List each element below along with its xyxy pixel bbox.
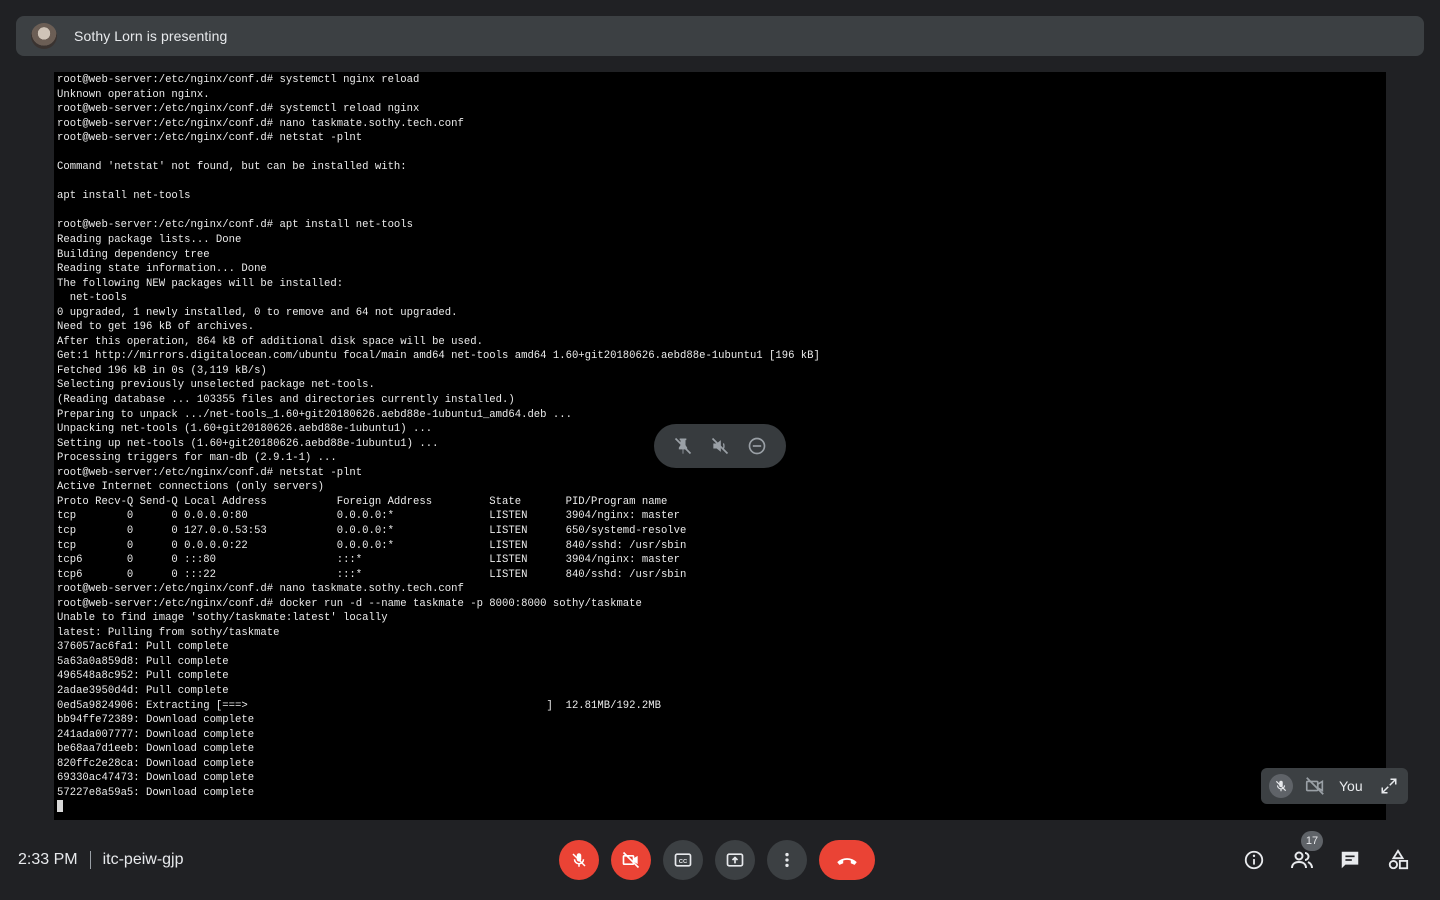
- present-button[interactable]: [715, 840, 755, 880]
- terminal-line: 2adae3950d4d: Pull complete: [57, 684, 229, 697]
- terminal-line: 69330ac47473: Download complete: [57, 772, 255, 785]
- people-button[interactable]: [1290, 848, 1314, 872]
- terminal-line: Preparing to unpack .../net-tools_1.60+g…: [57, 408, 572, 421]
- terminal-line: root@web-server:/etc/nginx/conf.d# apt i…: [57, 219, 414, 232]
- terminal-line: be68aa7d1eeb: Download complete: [57, 743, 255, 756]
- terminal-line: apt install net-tools: [57, 190, 191, 203]
- terminal-line: bb94ffe72389: Download complete: [57, 714, 255, 727]
- unpin-icon[interactable]: [671, 434, 695, 458]
- terminal-line: root@web-server:/etc/nginx/conf.d# docke…: [57, 597, 642, 610]
- videocam-off-icon: [622, 851, 640, 869]
- call-controls: CC: [0, 836, 1440, 884]
- call-end-icon: [837, 858, 857, 865]
- terminal-line: Unpacking net-tools (1.60+git20180626.ae…: [57, 423, 433, 436]
- terminal-line: 0 upgraded, 1 newly installed, 0 to remo…: [57, 306, 458, 319]
- terminal-line: After this operation, 864 kB of addition…: [57, 335, 483, 348]
- terminal-line: Selecting previously unselected package …: [57, 379, 375, 392]
- captions-button[interactable]: CC: [663, 840, 703, 880]
- terminal-line: tcp 0 0 0.0.0.0:80 0.0.0.0:* LISTEN 3904…: [57, 510, 681, 523]
- terminal-line: Processing triggers for man-db (2.9.1-1)…: [57, 452, 337, 465]
- terminal-line: Unable to find image 'sothy/taskmate:lat…: [57, 612, 388, 625]
- expand-icon[interactable]: [1378, 775, 1400, 797]
- terminal-line: net-tools: [57, 292, 127, 305]
- terminal-line: 57227e8a59a5: Download complete: [57, 786, 255, 799]
- terminal-line: Building dependency tree: [57, 248, 210, 261]
- svg-text:CC: CC: [679, 859, 688, 865]
- presenter-text: Sothy Lorn is presenting: [74, 28, 228, 44]
- terminal-line: Reading package lists... Done: [57, 234, 242, 247]
- people-icon: [1291, 851, 1313, 869]
- remove-icon[interactable]: [745, 434, 769, 458]
- tile-hover-controls: [654, 424, 786, 468]
- terminal-line: The following NEW packages will be insta…: [57, 277, 344, 290]
- terminal-line: Proto Recv-Q Send-Q Local Address Foreig…: [57, 495, 668, 508]
- chat-button[interactable]: [1338, 848, 1362, 872]
- activities-button[interactable]: [1386, 848, 1410, 872]
- terminal-line: 820ffc2e28ca: Download complete: [57, 757, 255, 770]
- presenter-avatar: [31, 23, 57, 49]
- terminal-line: tcp6 0 0 :::22 :::* LISTEN 840/sshd: /us…: [57, 568, 687, 581]
- terminal-line: (Reading database ... 103355 files and d…: [57, 394, 515, 407]
- terminal-line: tcp6 0 0 :::80 :::* LISTEN 3904/nginx: m…: [57, 554, 681, 567]
- mic-off-icon: [572, 853, 586, 867]
- terminal-line: Unknown operation nginx.: [57, 88, 210, 101]
- leave-call-button[interactable]: [819, 840, 875, 880]
- terminal-line: root@web-server:/etc/nginx/conf.d# syste…: [57, 74, 420, 86]
- volume-off-icon[interactable]: [708, 434, 732, 458]
- meeting-details-button[interactable]: [1242, 848, 1266, 872]
- info-icon: [1244, 850, 1264, 870]
- chat-icon: [1341, 851, 1359, 869]
- terminal-line: Need to get 196 kB of archives.: [57, 321, 255, 334]
- self-view-label: You: [1339, 778, 1363, 794]
- terminal-line: Setting up net-tools (1.60+git20180626.a…: [57, 437, 439, 450]
- terminal-line: 5a63a0a859d8: Pull complete: [57, 655, 229, 668]
- terminal-line: root@web-server:/etc/nginx/conf.d# nano …: [57, 117, 464, 130]
- terminal-line: tcp 0 0 127.0.0.53:53 0.0.0.0:* LISTEN 6…: [57, 524, 687, 537]
- self-view-tile[interactable]: You: [1261, 768, 1408, 804]
- mic-toggle-button[interactable]: [559, 840, 599, 880]
- terminal-line: root@web-server:/etc/nginx/conf.d# syste…: [57, 103, 420, 116]
- camera-toggle-button[interactable]: [611, 840, 651, 880]
- terminal-line: root@web-server:/etc/nginx/conf.d# nano …: [57, 583, 464, 596]
- participant-count-badge: 17: [1301, 831, 1323, 851]
- terminal-line: 376057ac6fa1: Pull complete: [57, 641, 229, 654]
- terminal-line: 241ada007777: Download complete: [57, 728, 255, 741]
- videocam-off-indicator-icon: [1303, 774, 1327, 798]
- terminal-line: root@web-server:/etc/nginx/conf.d# netst…: [57, 132, 363, 145]
- more-options-button[interactable]: [767, 840, 807, 880]
- terminal-line: Reading state information... Done: [57, 263, 267, 276]
- closed-caption-icon: CC: [674, 853, 692, 867]
- terminal-line: Fetched 196 kB in 0s (3,119 kB/s): [57, 364, 267, 377]
- terminal-line: 0ed5a9824906: Extracting [===> ] 12.81MB…: [57, 699, 661, 712]
- terminal-cursor: [57, 800, 63, 813]
- terminal-line: root@web-server:/etc/nginx/conf.d# netst…: [57, 466, 363, 479]
- presenter-bar: Sothy Lorn is presenting: [16, 16, 1424, 56]
- more-vert-icon: [785, 852, 789, 868]
- terminal-line: Get:1 http://mirrors.digitalocean.com/ub…: [57, 350, 820, 363]
- present-screen-icon: [726, 853, 744, 867]
- terminal-line: 496548a8c952: Pull complete: [57, 670, 229, 683]
- mic-off-indicator-icon: [1269, 774, 1293, 798]
- activities-icon: [1388, 849, 1409, 870]
- terminal-line: latest: Pulling from sothy/taskmate: [57, 626, 280, 639]
- terminal-line: Command 'netstat' not found, but can be …: [57, 161, 407, 174]
- terminal-line: tcp 0 0 0.0.0.0:22 0.0.0.0:* LISTEN 840/…: [57, 539, 687, 552]
- terminal-line: Active Internet connections (only server…: [57, 481, 325, 494]
